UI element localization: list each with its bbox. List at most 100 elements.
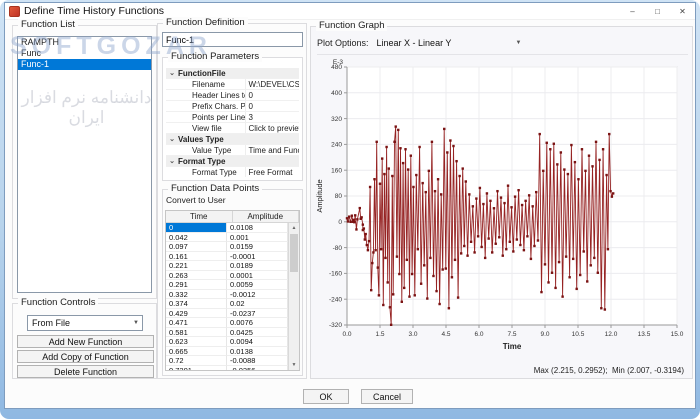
svg-text:400: 400 — [331, 90, 342, 97]
time-cell[interactable]: 0.221 — [166, 261, 227, 271]
amplitude-cell[interactable]: 0.0059 — [227, 280, 288, 290]
function-listbox[interactable]: RAMPTHFuncFunc-1 — [17, 36, 152, 293]
function-definition-label: Function Definition — [163, 17, 248, 28]
add-copy-of-function-button[interactable]: Add Copy of Function — [17, 350, 154, 363]
time-cell[interactable]: 0 — [166, 223, 227, 233]
cancel-button[interactable]: Cancel — [361, 389, 413, 404]
function-data-points-group: Function Data Points Convert to User Tim… — [162, 189, 303, 376]
time-cell[interactable]: 0.581 — [166, 328, 227, 338]
time-cell[interactable]: 0.374 — [166, 299, 227, 309]
property-value[interactable]: Click to preview — [245, 123, 300, 133]
svg-text:9.0: 9.0 — [540, 331, 549, 338]
table-row: 0.161-0.0001 — [166, 252, 288, 262]
table-row: 0.332-0.0012 — [166, 290, 288, 300]
list-item[interactable]: Func-1 — [18, 59, 151, 70]
function-type-dropdown[interactable]: From File ▼ — [27, 315, 143, 331]
delete-function-button[interactable]: Delete Function — [17, 365, 154, 378]
chevron-icon — [166, 112, 178, 122]
ok-button[interactable]: OK — [303, 389, 349, 404]
time-cell[interactable]: 0.72 — [166, 356, 227, 366]
amplitude-cell[interactable]: 0.0159 — [227, 242, 288, 252]
svg-text:-160: -160 — [329, 271, 342, 278]
table-row: 0.7201-0.0256 — [166, 366, 288, 371]
property-category-row[interactable]: ⌄Values Type — [166, 134, 299, 145]
property-label: FunctionFile — [178, 68, 245, 78]
table-row: 0.2630.0001 — [166, 271, 288, 281]
scroll-down-icon[interactable]: ▼ — [289, 360, 299, 370]
property-value[interactable]: 0 — [245, 90, 300, 100]
function-type-value: From File — [32, 318, 70, 328]
plot-options-divider — [317, 54, 688, 55]
amplitude-cell[interactable]: 0.0189 — [227, 261, 288, 271]
svg-text:240: 240 — [331, 142, 342, 149]
property-row: Value TypeTime and Function Values — [166, 145, 299, 156]
plot-options-dropdown[interactable]: Linear X - Linear Y ▼ — [377, 38, 522, 48]
amplitude-cell[interactable]: 0.0001 — [227, 271, 288, 281]
property-label: Values Type — [178, 134, 245, 144]
property-value[interactable]: 0 — [245, 101, 300, 111]
scroll-up-icon[interactable]: ▲ — [289, 223, 299, 233]
amplitude-cell[interactable]: -0.0256 — [227, 366, 288, 371]
time-cell[interactable]: 0.291 — [166, 280, 227, 290]
property-category-row[interactable]: ⌄FunctionFile — [166, 68, 299, 79]
scrollbar-thumb[interactable] — [290, 234, 298, 272]
amplitude-cell[interactable]: -0.0012 — [227, 290, 288, 300]
max-min-annotation: Max (2.215, 0.2952); Min (2.007, -0.3194… — [534, 366, 684, 375]
time-cell[interactable]: 0.471 — [166, 318, 227, 328]
plot-options-label: Plot Options: — [317, 38, 369, 48]
svg-text:7.5: 7.5 — [507, 331, 516, 338]
minimize-button[interactable]: – — [620, 3, 645, 20]
amplitude-cell[interactable]: -0.0001 — [227, 252, 288, 262]
convert-to-user-button[interactable]: Convert to User — [166, 195, 226, 205]
property-value[interactable]: 3 — [245, 112, 300, 122]
time-cell[interactable]: 0.665 — [166, 347, 227, 357]
amplitude-cell[interactable]: 0.0425 — [227, 328, 288, 338]
list-item[interactable]: Func — [18, 48, 151, 59]
chevron-icon — [166, 79, 178, 89]
time-cell[interactable]: 0.7201 — [166, 366, 227, 371]
amplitude-cell[interactable]: -0.0237 — [227, 309, 288, 319]
time-cell[interactable]: 0.429 — [166, 309, 227, 319]
table-row: 0.72-0.0088 — [166, 356, 288, 366]
chevron-icon: ⌄ — [166, 68, 178, 78]
property-value[interactable]: Free Format — [245, 167, 300, 177]
svg-text:10.5: 10.5 — [572, 331, 585, 338]
amplitude-cell[interactable]: 0.0094 — [227, 337, 288, 347]
property-category-row[interactable]: ⌄Format Type — [166, 156, 299, 167]
amplitude-cell[interactable]: 0.02 — [227, 299, 288, 309]
data-points-table-body: 00.01080.0420.0010.0970.01590.161-0.0001… — [166, 223, 288, 370]
table-scrollbar[interactable]: ▲ ▼ — [288, 223, 299, 370]
chevron-icon — [166, 101, 178, 111]
property-label: Format Type — [178, 156, 245, 166]
time-cell[interactable]: 0.161 — [166, 252, 227, 262]
property-value[interactable]: W:\DEVEL\CSiPlant\CSiPlant v — [245, 79, 300, 89]
data-points-table-header: Time Amplitude — [166, 211, 299, 223]
property-label: Header Lines to Skip — [178, 90, 245, 100]
time-cell[interactable]: 0.042 — [166, 233, 227, 243]
time-cell[interactable]: 0.097 — [166, 242, 227, 252]
titlebar: Define Time History Functions — [5, 3, 695, 20]
add-new-function-button[interactable]: Add New Function — [17, 335, 154, 348]
amplitude-cell[interactable]: 0.0076 — [227, 318, 288, 328]
property-label: Value Type — [178, 145, 245, 155]
amplitude-cell[interactable]: 0.001 — [227, 233, 288, 243]
close-button[interactable]: ✕ — [670, 3, 695, 20]
svg-text:320: 320 — [331, 116, 342, 123]
time-cell[interactable]: 0.263 — [166, 271, 227, 281]
function-controls-label: Function Controls — [18, 297, 98, 308]
amplitude-cell[interactable]: 0.0138 — [227, 347, 288, 357]
function-list-group: Function List RAMPTHFuncFunc-1 — [12, 25, 157, 299]
property-label: Prefix Chars. Per Line to — [178, 101, 245, 111]
chevron-icon — [166, 167, 178, 177]
svg-text:-80: -80 — [333, 245, 343, 252]
time-cell[interactable]: 0.623 — [166, 337, 227, 347]
maximize-button[interactable]: □ — [645, 3, 670, 20]
amplitude-cell[interactable]: 0.0108 — [227, 223, 288, 233]
list-item[interactable]: RAMPTH — [18, 37, 151, 48]
define-time-history-functions-dialog: Define Time History Functions – □ ✕ Func… — [4, 2, 696, 409]
property-value[interactable]: Time and Function Values — [245, 145, 300, 155]
amplitude-cell[interactable]: -0.0088 — [227, 356, 288, 366]
time-cell[interactable]: 0.332 — [166, 290, 227, 300]
svg-text:3.0: 3.0 — [408, 331, 417, 338]
function-name-input[interactable] — [162, 32, 303, 47]
